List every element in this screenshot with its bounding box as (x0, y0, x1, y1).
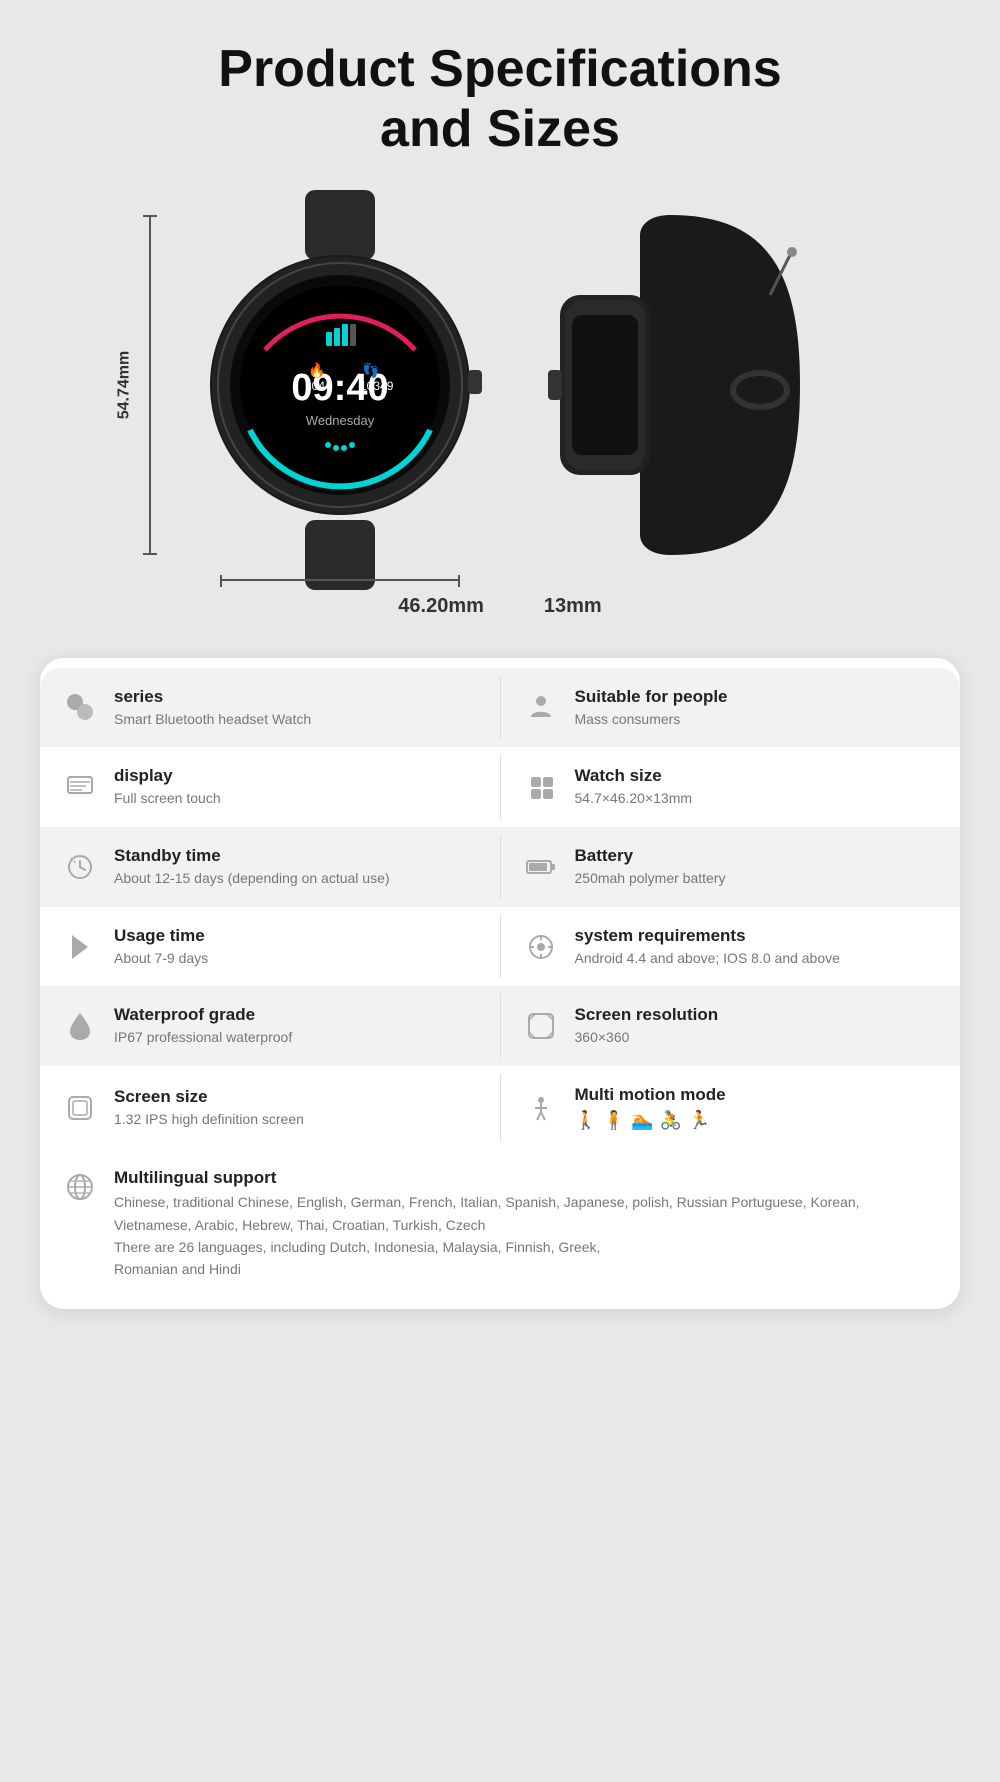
motion-icon-2: 🧍 (603, 1110, 625, 1131)
waterproof-icon (60, 1006, 100, 1046)
screenres-value: 360×360 (575, 1028, 719, 1048)
spec-row-multilingual: Multilingual support Chinese, traditiona… (40, 1149, 960, 1299)
watch-side-container (530, 195, 810, 575)
waterproof-title: Waterproof grade (114, 1004, 292, 1026)
spec-row-2: display Full screen touch Watch size 54.… (40, 747, 960, 827)
multilingual-value: Chinese, traditional Chinese, English, G… (114, 1191, 914, 1281)
battery-icon (521, 847, 561, 887)
spec-cell-standby: Standby time About 12-15 days (depending… (40, 827, 500, 907)
suitable-icon (521, 687, 561, 727)
motion-icon-4: 🚴 (660, 1110, 682, 1131)
spec-cell-usage: Usage time About 7-9 days (40, 907, 500, 987)
motion-icon-3: 🏊 (631, 1110, 653, 1131)
spec-cell-display: display Full screen touch (40, 747, 500, 827)
screensize-title: Screen size (114, 1086, 304, 1108)
svg-text:🔥: 🔥 (308, 362, 325, 379)
width-dimension: 46.20mm (398, 595, 484, 618)
motion-icon-1: 🚶 (575, 1110, 597, 1131)
watch-side-image (530, 195, 810, 575)
motion-icon (521, 1088, 561, 1128)
watchsize-value: 54.7×46.20×13mm (575, 789, 693, 809)
usage-value: About 7-9 days (114, 949, 208, 969)
screensize-value: 1.32 IPS high definition screen (114, 1110, 304, 1130)
svg-text:104: 104 (305, 379, 325, 393)
spec-row-1: series Smart Bluetooth headset Watch Sui… (40, 668, 960, 748)
svg-text:10349: 10349 (360, 379, 394, 393)
screenres-title: Screen resolution (575, 1004, 719, 1026)
spec-cell-sysreq: system requirements Android 4.4 and abov… (501, 907, 961, 987)
watch-images-section: 54.74mm 09:40 Wednesday (0, 160, 1000, 590)
multilingual-icon (60, 1167, 100, 1207)
sysreq-value: Android 4.4 and above; IOS 8.0 and above (575, 949, 840, 969)
spec-cell-waterproof: Waterproof grade IP67 professional water… (40, 986, 500, 1066)
motion-icon-5: 🏃 (688, 1110, 710, 1131)
waterproof-value: IP67 professional waterproof (114, 1028, 292, 1048)
watch-front-image: 09:40 Wednesday 🔥 104 👣 10349 (190, 190, 490, 590)
standby-icon (60, 847, 100, 887)
watchsize-title: Watch size (575, 765, 693, 787)
page-title: Product Specifications and Sizes (158, 40, 841, 160)
height-dimension-label: 54.74mm (115, 350, 133, 419)
standby-title: Standby time (114, 845, 390, 867)
spec-cell-motion: Multi motion mode 🚶 🧍 🏊 🚴 🏃 (501, 1066, 961, 1149)
spec-cell-watchsize: Watch size 54.7×46.20×13mm (501, 747, 961, 827)
series-icon (60, 687, 100, 727)
standby-value: About 12-15 days (depending on actual us… (114, 869, 390, 889)
display-icon (60, 767, 100, 807)
depth-dimension: 13mm (544, 595, 602, 618)
specs-card: series Smart Bluetooth headset Watch Sui… (40, 658, 960, 1309)
display-value: Full screen touch (114, 789, 221, 809)
spec-cell-suitable: Suitable for people Mass consumers (501, 668, 961, 748)
sysreq-icon (521, 927, 561, 967)
display-title: display (114, 765, 221, 787)
multilingual-title: Multilingual support (114, 1167, 940, 1189)
motion-title: Multi motion mode (575, 1084, 726, 1106)
dimensions-row: 46.20mm 13mm (398, 595, 601, 618)
suitable-value: Mass consumers (575, 710, 728, 730)
sysreq-title: system requirements (575, 925, 840, 947)
screensize-icon (60, 1088, 100, 1128)
motion-icons-row: 🚶 🧍 🏊 🚴 🏃 (575, 1110, 726, 1131)
spec-row-4: Usage time About 7-9 days system require… (40, 907, 960, 987)
spec-row-5: Waterproof grade IP67 professional water… (40, 986, 960, 1066)
watchsize-icon (521, 767, 561, 807)
suitable-title: Suitable for people (575, 686, 728, 708)
spec-cell-series: series Smart Bluetooth headset Watch (40, 668, 500, 748)
spec-row-3: Standby time About 12-15 days (depending… (40, 827, 960, 907)
spec-cell-screensize: Screen size 1.32 IPS high definition scr… (40, 1066, 500, 1149)
battery-title: Battery (575, 845, 726, 867)
usage-icon (60, 927, 100, 967)
spec-cell-screenres: Screen resolution 360×360 (501, 986, 961, 1066)
svg-text:👣: 👣 (362, 361, 379, 379)
usage-title: Usage time (114, 925, 208, 947)
series-title: series (114, 686, 311, 708)
watch-front-container: 54.74mm 09:40 Wednesday (190, 190, 490, 580)
spec-row-6: Screen size 1.32 IPS high definition scr… (40, 1066, 960, 1149)
svg-text:Wednesday: Wednesday (306, 413, 375, 428)
series-value: Smart Bluetooth headset Watch (114, 710, 311, 730)
spec-cell-battery: Battery 250mah polymer battery (501, 827, 961, 907)
screenres-icon (521, 1006, 561, 1046)
battery-value: 250mah polymer battery (575, 869, 726, 889)
